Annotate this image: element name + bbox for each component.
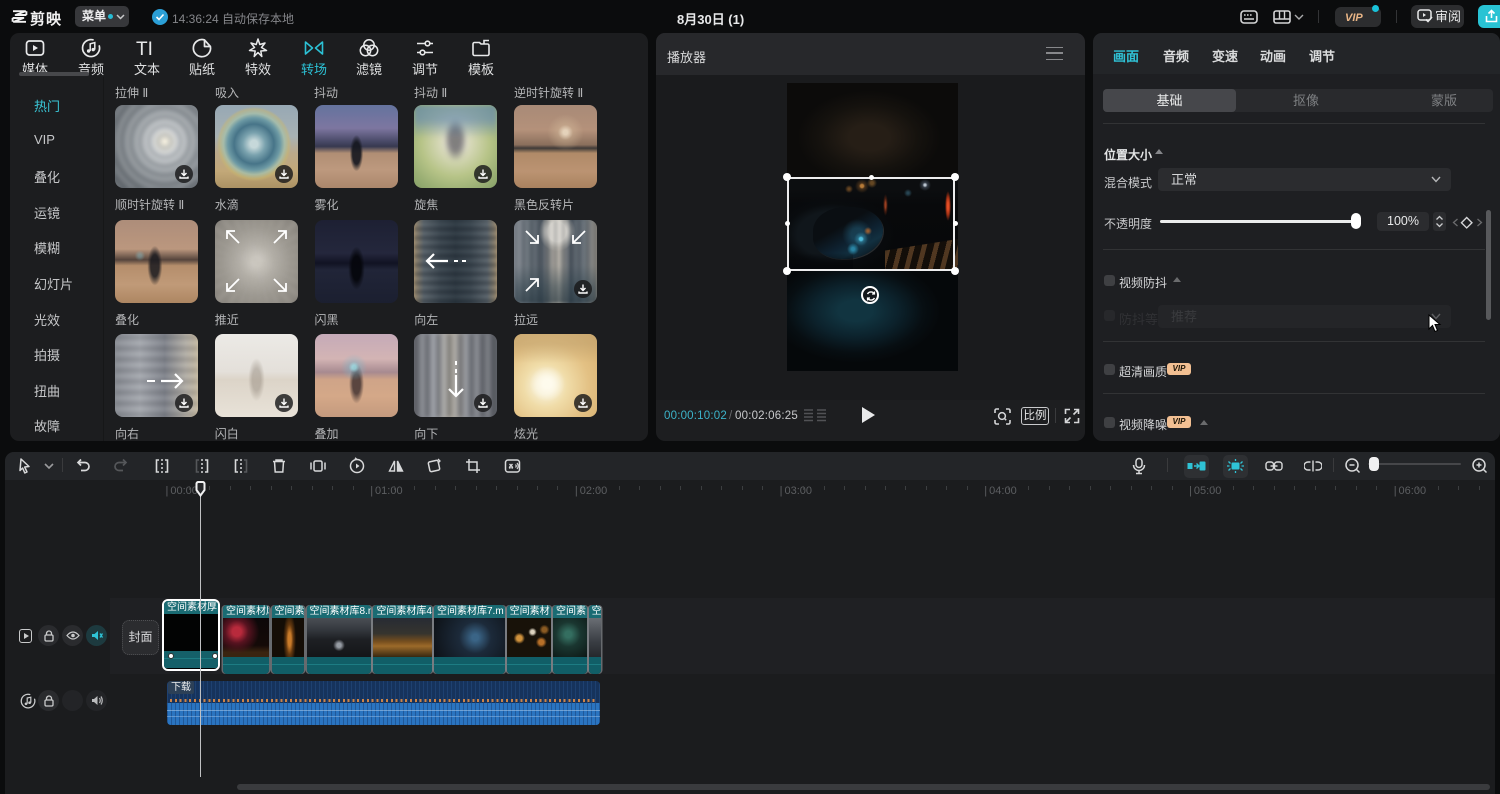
svg-text:VIP: VIP: [1345, 12, 1363, 22]
svg-text:TI: TI: [136, 39, 153, 59]
